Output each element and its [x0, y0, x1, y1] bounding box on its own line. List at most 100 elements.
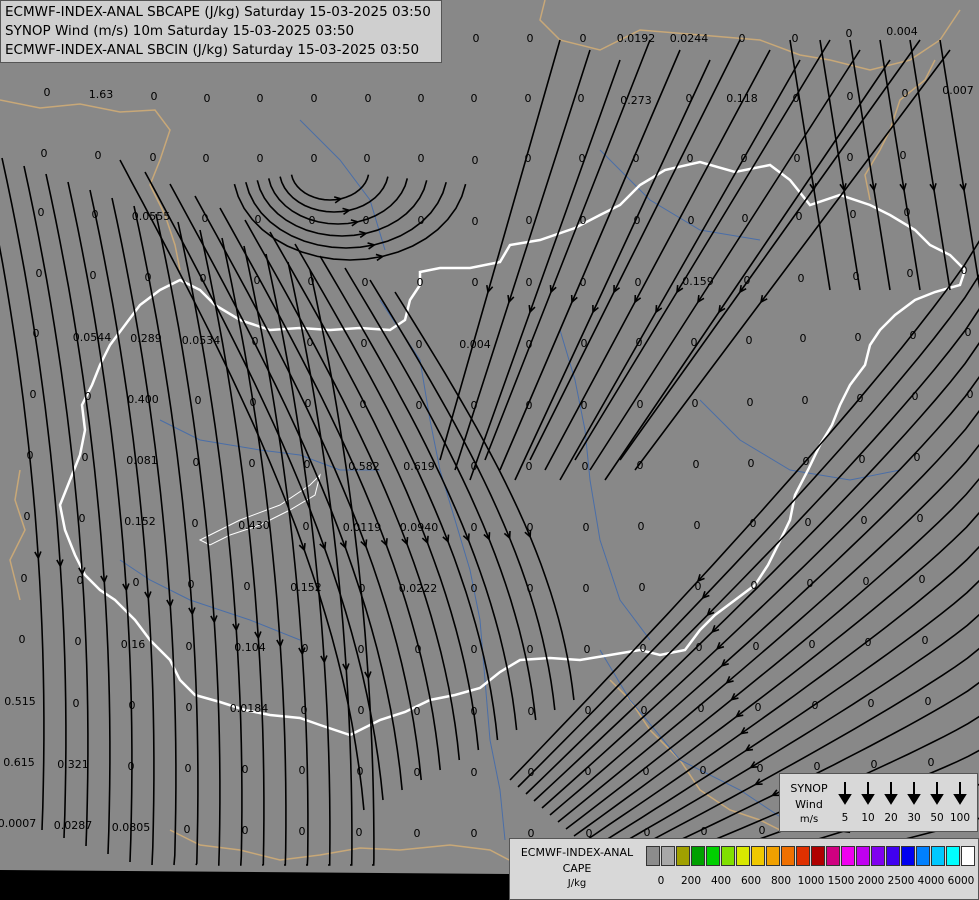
cape-value: 0	[696, 641, 703, 654]
cape-tick-label: 800	[770, 875, 792, 887]
cape-value: 0	[36, 267, 43, 280]
title-sbcape: ECMWF-INDEX-ANAL SBCAPE (J/kg) Saturday …	[5, 4, 431, 20]
cape-value: 0	[691, 336, 698, 349]
cape-color-swatch	[856, 846, 870, 866]
cape-color-swatch	[676, 846, 690, 866]
cape-value: 0	[863, 575, 870, 588]
cape-value: 0	[21, 572, 28, 585]
cape-value: 0.0940	[400, 521, 439, 534]
cape-value: 0	[580, 214, 587, 227]
cape-value: 0	[19, 633, 26, 646]
cape-value: 0	[526, 276, 533, 289]
cape-value: 0	[204, 92, 211, 105]
cape-value: 0	[250, 396, 257, 409]
cape-value: 0	[744, 274, 751, 287]
cape-value: 0	[585, 765, 592, 778]
cape-value: 0	[528, 766, 535, 779]
cape-value: 0	[805, 516, 812, 529]
cape-legend-label-3: J/kg	[567, 878, 587, 889]
cape-value: 0	[133, 576, 140, 589]
cape-value: 0	[965, 326, 972, 339]
cape-value: 0	[303, 520, 310, 533]
cape-color-swatch	[871, 846, 885, 866]
cape-value: 0	[807, 577, 814, 590]
cape-value: 0	[739, 32, 746, 45]
cape-value: 0.321	[57, 758, 89, 771]
cape-value: 0	[578, 92, 585, 105]
cape-value: 0	[528, 705, 535, 718]
cape-value: 0	[414, 705, 421, 718]
cape-value: 0	[633, 152, 640, 165]
cape-tick-label: 2000	[857, 875, 885, 887]
cape-value: 0	[73, 697, 80, 710]
title-sbcin: ECMWF-INDEX-ANAL SBCIN (J/kg) Saturday 1…	[5, 42, 420, 58]
cape-color-swatch	[736, 846, 750, 866]
cape-value: 0	[742, 212, 749, 225]
cape-value: 0	[687, 152, 694, 165]
cape-value: 0.0555	[132, 210, 171, 223]
cape-color-swatch	[901, 846, 915, 866]
cape-value: 0	[796, 210, 803, 223]
wind-legend-label-3: m/s	[799, 814, 819, 825]
cape-value: 0	[363, 214, 370, 227]
cape-value: 0	[526, 399, 533, 412]
cape-value: 0	[871, 758, 878, 771]
cape-value: 0	[195, 394, 202, 407]
cape-color-swatch	[721, 846, 735, 866]
cape-color-swatch	[646, 846, 660, 866]
cape-value: 0	[800, 332, 807, 345]
cape-tick-label: 600	[740, 875, 762, 887]
cape-value: 0.081	[126, 454, 158, 467]
cape-value: 0	[415, 643, 422, 656]
cape-value: 0.0184	[230, 702, 269, 715]
cape-value: 0.0287	[54, 819, 93, 832]
cape-value: 0	[299, 825, 306, 838]
cape-value: 0.007	[942, 84, 974, 97]
cape-value: 0	[186, 640, 193, 653]
cape-value: 0	[907, 267, 914, 280]
cape-value: 0	[526, 214, 533, 227]
cape-value: 0	[129, 699, 136, 712]
cape-value: 0	[847, 151, 854, 164]
cape-value: 0	[188, 578, 195, 591]
cape-value: 0	[471, 521, 478, 534]
cape-value: 0	[365, 92, 372, 105]
cape-value: 0	[145, 271, 152, 284]
cape-value: 0	[757, 762, 764, 775]
cape-value: 0	[861, 514, 868, 527]
cape-value: 0	[868, 697, 875, 710]
cape-value: 0	[865, 636, 872, 649]
cape-value: 0	[311, 152, 318, 165]
cape-value: 0	[358, 643, 365, 656]
cape-value: 0	[525, 152, 532, 165]
cape-value: 0	[694, 519, 701, 532]
cape-value: 0.159	[682, 275, 714, 288]
cape-value: 0	[584, 643, 591, 656]
cape-value: 0	[471, 827, 478, 840]
cape-value: 0	[917, 512, 924, 525]
cape-value: 0	[641, 704, 648, 717]
cape-value: 0	[472, 154, 479, 167]
cape-color-swatch	[931, 846, 945, 866]
cape-value: 0	[471, 643, 478, 656]
cape-value: 0	[252, 335, 259, 348]
cape-value: 0	[82, 451, 89, 464]
wind-legend: SYNOP Wind m/s 5 10 20 30 50 100	[779, 773, 978, 832]
cape-tick-label: 0	[657, 875, 665, 887]
cape-value: 0	[581, 399, 588, 412]
cape-value: 0	[472, 276, 479, 289]
cape-value: 0.004	[459, 338, 491, 351]
cape-value: 0	[579, 152, 586, 165]
cape-value: 0	[583, 521, 590, 534]
cape-value: 0.004	[886, 25, 918, 38]
cape-value: 0	[242, 824, 249, 837]
cape-value: 0	[473, 32, 480, 45]
cape-value: 0	[701, 825, 708, 838]
cape-value: 0	[471, 92, 478, 105]
weather-map[interactable]: 0 0 0 0 0 0.0192 0.0244 0 0 0 0.004 0 1.63 0 0 0 0 0 0 0 0 0 0…	[0, 0, 979, 900]
cape-value: 0	[361, 337, 368, 350]
cape-value: 0	[753, 640, 760, 653]
cape-color-swatch	[886, 846, 900, 866]
cape-value: 0	[635, 276, 642, 289]
wind-speed-20: 20	[884, 812, 898, 824]
